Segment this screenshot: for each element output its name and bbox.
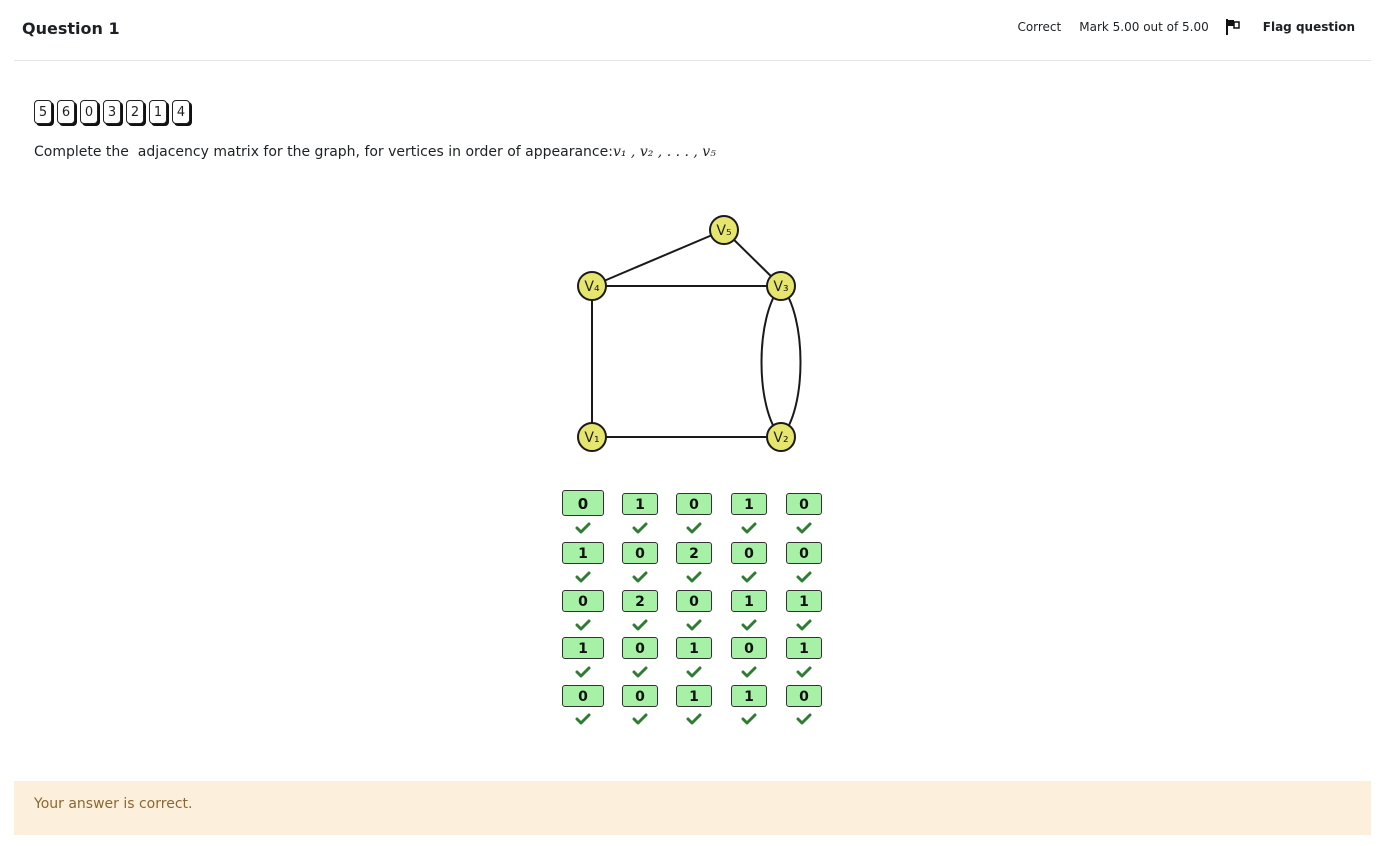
- edge-v3-v2-a: [760, 285, 782, 438]
- vertex-label: V₄: [584, 279, 600, 295]
- question-info: Correct Mark 5.00 out of 5.00 Flag quest…: [999, 18, 1355, 36]
- matrix-cell[interactable]: 0: [562, 490, 604, 516]
- matrix-cell[interactable]: 0: [731, 542, 767, 564]
- check-icon: [575, 666, 591, 678]
- matrix-cell[interactable]: 1: [562, 637, 604, 659]
- token-tile: 0: [80, 100, 98, 124]
- check-icon: [741, 666, 757, 678]
- matrix-cell[interactable]: 1: [731, 685, 767, 707]
- token-tile: 2: [126, 100, 144, 124]
- graph-diagram: V₁ V₂ V₃ V₄ V₅: [577, 215, 802, 452]
- feedback-panel: Your answer is correct.: [14, 781, 1371, 835]
- check-icon: [796, 571, 812, 583]
- matrix-cell[interactable]: 1: [676, 637, 712, 659]
- matrix-cell[interactable]: 0: [622, 542, 658, 564]
- matrix-cell[interactable]: 1: [786, 590, 822, 612]
- matrix-cell[interactable]: 1: [731, 590, 767, 612]
- matrix-cell[interactable]: 0: [731, 637, 767, 659]
- matrix-cell[interactable]: 0: [622, 685, 658, 707]
- check-icon: [686, 666, 702, 678]
- check-icon: [686, 522, 702, 534]
- prompt-text: Complete the adjacency matrix for the gr…: [34, 144, 613, 160]
- matrix-cell[interactable]: 0: [786, 542, 822, 564]
- vertex-label: V₁: [584, 430, 599, 446]
- check-icon: [741, 619, 757, 631]
- vertex-v2: V₂: [766, 422, 796, 452]
- check-icon: [741, 571, 757, 583]
- matrix-cell[interactable]: 1: [786, 637, 822, 659]
- check-icon: [686, 619, 702, 631]
- matrix-cell[interactable]: 1: [731, 493, 767, 515]
- check-icon: [632, 666, 648, 678]
- check-icon: [796, 713, 812, 725]
- token-tile: 3: [103, 100, 121, 124]
- matrix-cell[interactable]: 2: [622, 590, 658, 612]
- adjacency-matrix: 0101010200020111010100110: [560, 490, 830, 730]
- matrix-cell[interactable]: 0: [562, 590, 604, 612]
- token-tile: 5: [34, 100, 52, 124]
- prompt-math: v₁ , v₂ , . . . , v₅: [612, 144, 716, 160]
- matrix-cell[interactable]: 1: [622, 493, 658, 515]
- matrix-cell[interactable]: 0: [622, 637, 658, 659]
- matrix-cell[interactable]: 0: [676, 590, 712, 612]
- check-icon: [632, 571, 648, 583]
- edge-v3-v2-b: [780, 285, 802, 438]
- check-icon: [632, 522, 648, 534]
- check-icon: [796, 522, 812, 534]
- token-tile: 4: [172, 100, 190, 124]
- vertex-label: V₃: [773, 279, 788, 295]
- matrix-cell[interactable]: 0: [786, 685, 822, 707]
- check-icon: [796, 666, 812, 678]
- vertex-v1: V₁: [577, 422, 607, 452]
- token-list: 5603214: [34, 100, 195, 124]
- check-icon: [632, 713, 648, 725]
- matrix-cell[interactable]: 2: [676, 542, 712, 564]
- flag-icon: [1225, 19, 1240, 35]
- check-icon: [575, 571, 591, 583]
- question-title: Question 1: [22, 19, 120, 38]
- check-icon: [686, 571, 702, 583]
- vertex-v4: V₄: [577, 271, 607, 301]
- token-tile: 1: [149, 100, 167, 124]
- check-icon: [632, 619, 648, 631]
- matrix-cell[interactable]: 0: [676, 493, 712, 515]
- token-tile: 6: [57, 100, 75, 124]
- check-icon: [575, 713, 591, 725]
- flag-question-button[interactable]: Flag question: [1225, 18, 1355, 36]
- check-icon: [686, 713, 702, 725]
- check-icon: [796, 619, 812, 631]
- question-prompt: Complete the adjacency matrix for the gr…: [34, 144, 716, 160]
- check-icon: [575, 619, 591, 631]
- check-icon: [741, 713, 757, 725]
- check-icon: [741, 522, 757, 534]
- edge-v4-v5: [591, 229, 725, 287]
- question-status: Correct: [1017, 20, 1062, 34]
- vertex-v5: V₅: [709, 215, 739, 245]
- question-mark: Mark 5.00 out of 5.00: [1079, 20, 1209, 34]
- matrix-cell[interactable]: 0: [562, 685, 604, 707]
- vertex-v3: V₃: [766, 271, 796, 301]
- vertex-label: V₅: [716, 223, 731, 239]
- vertex-label: V₂: [773, 430, 788, 446]
- matrix-cell[interactable]: 1: [562, 542, 604, 564]
- check-icon: [575, 522, 591, 534]
- matrix-cell[interactable]: 1: [676, 685, 712, 707]
- question-header: Question 1 Correct Mark 5.00 out of 5.00…: [14, 0, 1371, 61]
- matrix-cell[interactable]: 0: [786, 493, 822, 515]
- feedback-text: Your answer is correct.: [34, 796, 193, 812]
- flag-question-label: Flag question: [1262, 20, 1355, 34]
